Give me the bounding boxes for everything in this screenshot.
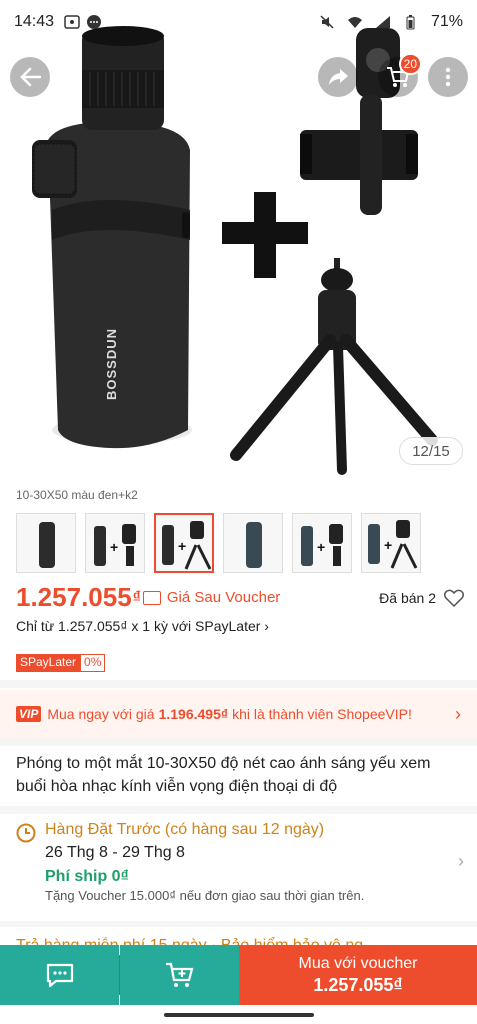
installment-link[interactable]: Chỉ từ 1.257.055₫ x 1 kỳ với SPayLater › — [16, 618, 269, 634]
svg-text:+: + — [178, 538, 186, 554]
more-vertical-icon — [445, 67, 451, 87]
gesture-nav-bar — [0, 1005, 477, 1024]
add-cart-icon — [165, 962, 193, 987]
cart-count-badge: 20 — [398, 53, 422, 75]
signal-icon — [375, 14, 391, 30]
buy-price: 1.257.055₫ — [313, 974, 403, 995]
variant-thumbnails: + + + + — [16, 513, 421, 573]
arrow-left-icon — [20, 67, 41, 87]
mute-icon — [319, 14, 335, 30]
chevron-right-icon: › — [458, 851, 464, 871]
status-time: 14:43 — [14, 13, 55, 30]
svg-text:+: + — [110, 539, 118, 555]
buy-label: Mua với voucher — [298, 954, 418, 972]
bottom-action-bar: Mua với voucher 1.257.055₫ — [0, 945, 477, 1005]
more-options-button[interactable] — [428, 57, 468, 97]
variant-thumb-6[interactable]: + — [361, 513, 421, 573]
section-divider — [0, 921, 477, 927]
battery-icon — [403, 14, 419, 30]
chevron-right-icon: › — [455, 703, 461, 724]
section-divider — [0, 738, 477, 746]
share-button[interactable] — [318, 57, 358, 97]
vip-offer-banner[interactable]: VIP Mua ngay với giá 1.196.495₫ khi là t… — [0, 690, 477, 738]
price-currency: ₫ — [132, 588, 141, 606]
spaylater-rate: 0% — [80, 654, 106, 672]
back-button[interactable] — [10, 57, 50, 97]
variant-thumb-3-selected[interactable]: + — [154, 513, 214, 573]
product-title: Phóng to một mắt 10-30X50 độ nét cao ánh… — [16, 755, 431, 795]
late-delivery-voucher: Tặng Voucher 15.000₫ nếu đơn giao sau th… — [45, 888, 365, 903]
variant-thumb-1[interactable] — [16, 513, 76, 573]
wifi-icon — [347, 14, 363, 30]
heart-icon[interactable] — [444, 589, 464, 607]
vip-badge: VIP — [16, 706, 42, 722]
buy-with-voucher-button[interactable]: Mua với voucher 1.257.055₫ — [239, 945, 477, 1005]
cart-button[interactable]: 20 — [378, 53, 422, 97]
image-counter: 12/15 — [399, 437, 463, 465]
variant-thumb-5[interactable]: + — [292, 513, 352, 573]
section-divider — [0, 680, 477, 688]
section-divider — [0, 806, 477, 814]
chat-notification-icon — [86, 14, 102, 30]
screen-record-icon — [64, 14, 80, 30]
nav-handle[interactable] — [163, 1013, 314, 1017]
battery-percent: 71% — [430, 13, 463, 30]
shipping-fee: Phí ship 0₫ — [45, 868, 129, 885]
variant-thumb-2[interactable]: + — [85, 513, 145, 573]
price-amount: 1.257.055 — [16, 582, 132, 612]
sold-count: Đã bán 2 — [379, 589, 436, 606]
share-icon — [329, 69, 348, 85]
svg-text:+: + — [317, 539, 325, 555]
brand-text: BOSSDUN — [104, 328, 119, 400]
price-row: 1.257.055 ₫ Giá Sau Voucher Đã bán 2 — [16, 582, 464, 613]
voucher-price-label: Giá Sau Voucher — [166, 589, 281, 606]
delivery-dates: 26 Thg 8 - 29 Thg 8 — [45, 844, 185, 861]
variant-caption: 10-30X50 màu đen+k2 — [16, 488, 138, 502]
add-to-cart-button[interactable] — [120, 945, 239, 1005]
vip-suffix: khi là thành viên ShopeeVIP! — [232, 706, 412, 722]
svg-text:+: + — [384, 537, 392, 553]
variant-thumb-4[interactable] — [223, 513, 283, 573]
spaylater-badge: SPayLater 0% — [16, 654, 106, 672]
chat-icon — [46, 963, 73, 988]
spaylater-tag: SPayLater — [16, 654, 81, 672]
voucher-icon — [142, 590, 161, 605]
chat-button[interactable] — [0, 945, 119, 1005]
clock-icon — [16, 823, 36, 843]
vip-price: 1.196.495₫ — [158, 706, 229, 722]
vip-prefix: Mua ngay với giá — [47, 706, 155, 722]
preorder-status: Hàng Đặt Trước (có hàng sau 12 ngày) — [45, 821, 325, 838]
status-bar: 14:43 71% — [0, 0, 477, 44]
